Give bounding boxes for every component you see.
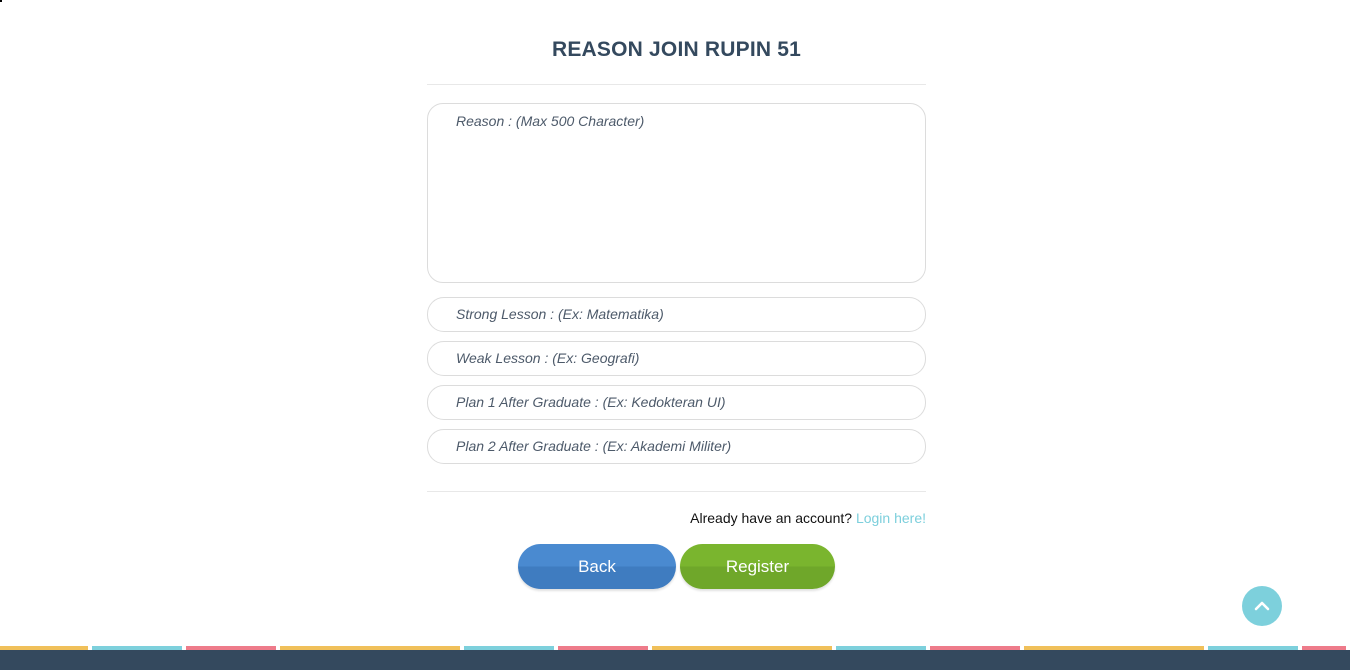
register-button[interactable]: Register bbox=[680, 544, 835, 589]
login-prompt-text: Already have an account? bbox=[690, 510, 856, 526]
footer-bar bbox=[0, 650, 1350, 670]
plan-2-placeholder: Plan 2 After Graduate : (Ex: Akademi Mil… bbox=[456, 438, 732, 454]
strong-lesson-placeholder: Strong Lesson : (Ex: Matematika) bbox=[456, 306, 664, 322]
reason-placeholder: Reason : (Max 500 Character) bbox=[456, 113, 645, 129]
weak-lesson-input[interactable]: Weak Lesson : (Ex: Geografi) bbox=[427, 341, 926, 376]
plan-1-placeholder: Plan 1 After Graduate : (Ex: Kedokteran … bbox=[456, 394, 726, 410]
title-divider bbox=[427, 84, 926, 85]
login-link[interactable]: Login here! bbox=[856, 510, 926, 526]
weak-lesson-placeholder: Weak Lesson : (Ex: Geografi) bbox=[456, 350, 640, 366]
form-divider bbox=[427, 491, 926, 492]
plan-1-input[interactable]: Plan 1 After Graduate : (Ex: Kedokteran … bbox=[427, 385, 926, 420]
scroll-to-top-button[interactable] bbox=[1242, 586, 1282, 626]
corner-mark bbox=[0, 0, 2, 2]
chevron-up-icon bbox=[1254, 601, 1270, 611]
page: REASON JOIN RUPIN 51 Reason : (Max 500 C… bbox=[0, 0, 1350, 670]
strong-lesson-input[interactable]: Strong Lesson : (Ex: Matematika) bbox=[427, 297, 926, 332]
plan-2-input[interactable]: Plan 2 After Graduate : (Ex: Akademi Mil… bbox=[427, 429, 926, 464]
login-prompt-row: Already have an account? Login here! bbox=[690, 510, 926, 526]
back-button[interactable]: Back bbox=[518, 544, 676, 589]
reason-textarea[interactable]: Reason : (Max 500 Character) bbox=[427, 103, 926, 283]
page-title: REASON JOIN RUPIN 51 bbox=[551, 38, 802, 61]
